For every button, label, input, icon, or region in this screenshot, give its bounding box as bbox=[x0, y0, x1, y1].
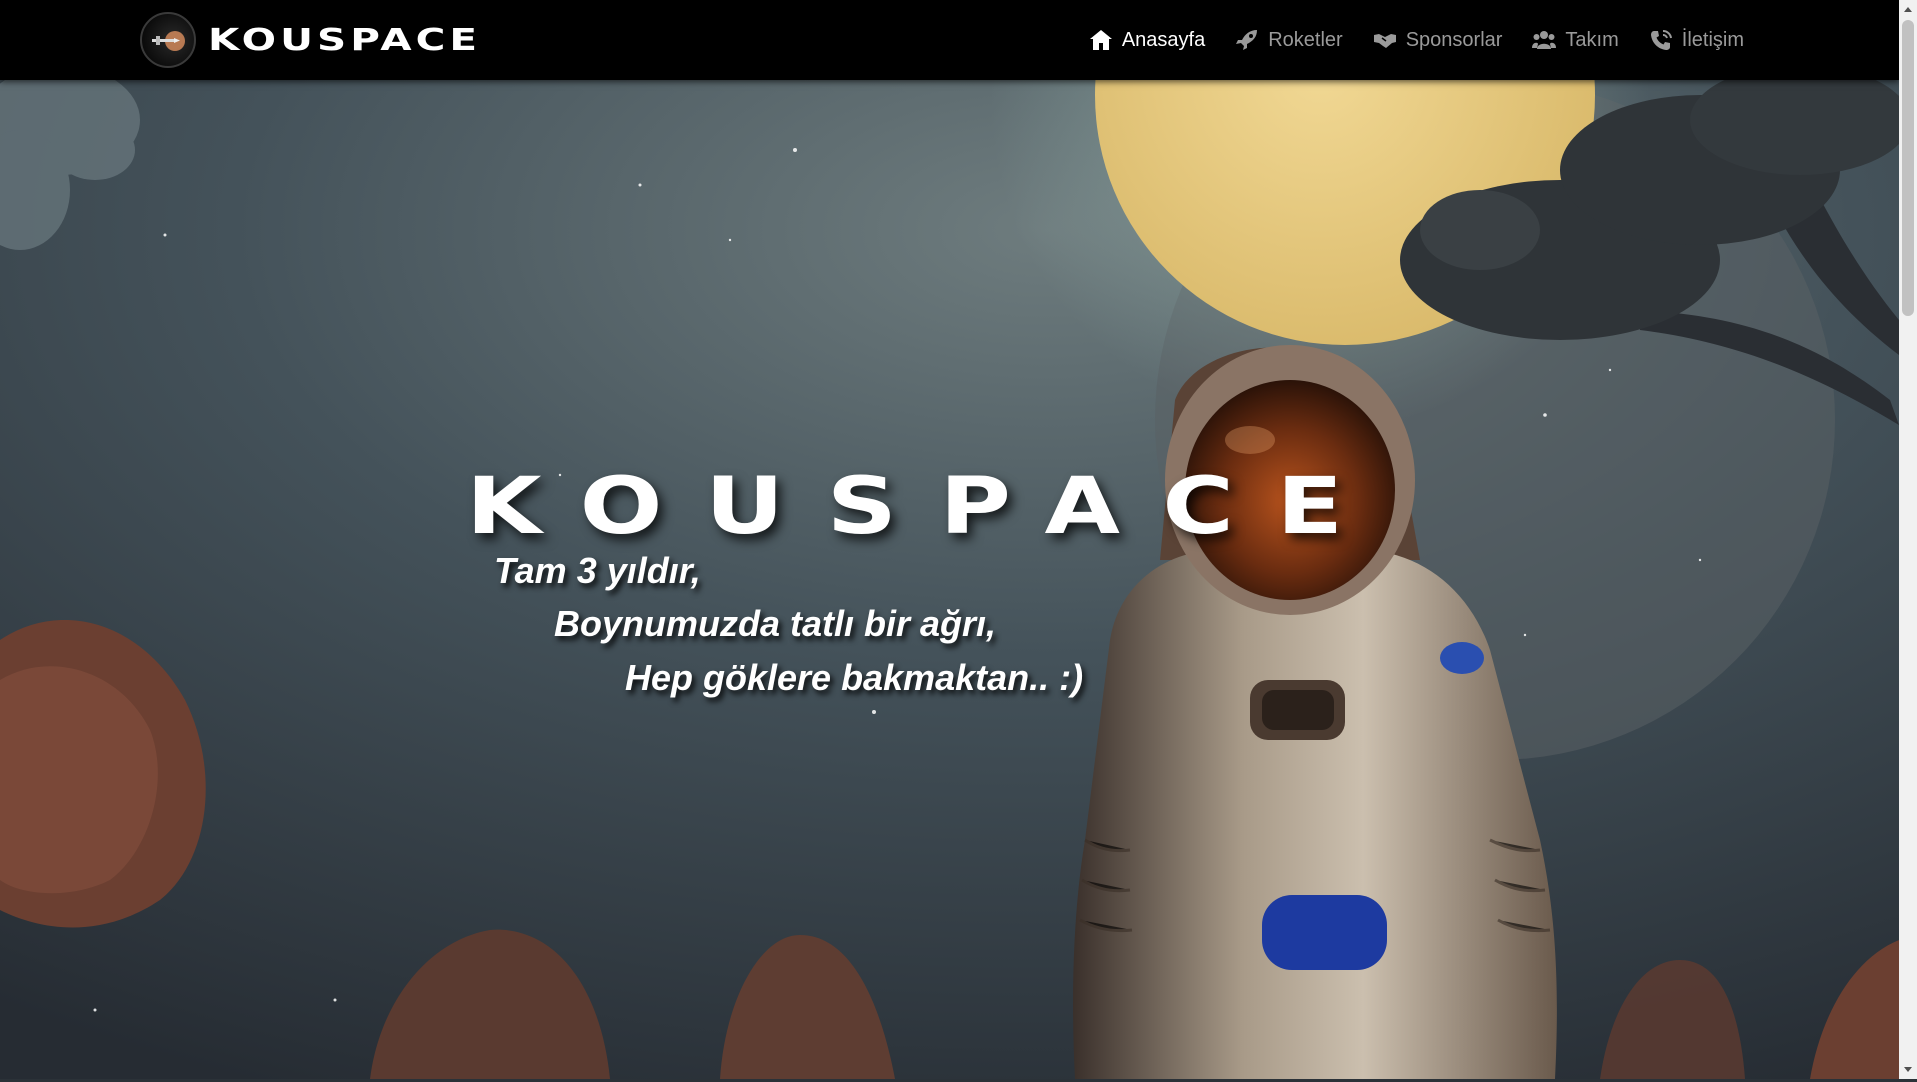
phone-icon bbox=[1649, 29, 1673, 51]
hero-background-illustration bbox=[0, 80, 1899, 1079]
handshake-icon bbox=[1373, 29, 1397, 51]
nav-item-roketler[interactable]: Roketler bbox=[1235, 28, 1343, 52]
tagline-line-3: Hep göklere bakmaktan.. :) bbox=[625, 657, 1084, 698]
nav-item-iletisim[interactable]: İletişim bbox=[1649, 29, 1744, 52]
nav-item-takim[interactable]: Takım bbox=[1532, 28, 1619, 52]
tagline-line-1: Tam 3 yıldır, bbox=[494, 550, 701, 591]
nav-label-sponsorlar: Sponsorlar bbox=[1405, 28, 1503, 51]
nav-label-iletisim: İletişim bbox=[1681, 28, 1744, 51]
brand-link[interactable]: KOUSPACE bbox=[140, 10, 477, 70]
rocket-logo-icon bbox=[140, 12, 196, 68]
scrollbar-thumb[interactable] bbox=[1902, 20, 1914, 316]
brand-name: KOUSPACE bbox=[208, 22, 482, 58]
nav-label-takim: Takım bbox=[1565, 28, 1619, 51]
users-icon bbox=[1532, 29, 1557, 51]
rocket-icon bbox=[1235, 29, 1259, 51]
scroll-up-arrow-icon[interactable] bbox=[1899, 2, 1917, 18]
hero-section: KOUSPACE Tam 3 yıldır, Boynumuzda tatlı … bbox=[0, 80, 1899, 1079]
hero-title: KOUSPACE bbox=[466, 462, 1386, 552]
nav-label-roketler: Roketler bbox=[1268, 28, 1343, 51]
nav-menu: Anasayfa Roketler Sponsorlar Takım İleti… bbox=[1059, 0, 1744, 80]
home-icon bbox=[1089, 29, 1113, 51]
nav-label-anasayfa: Anasayfa bbox=[1121, 28, 1206, 51]
tagline-line-2: Boynumuzda tatlı bir ağrı, bbox=[554, 603, 997, 644]
top-navbar: KOUSPACE Anasayfa Roketler Sponsorlar Ta… bbox=[0, 0, 1899, 80]
vertical-scrollbar[interactable] bbox=[1899, 0, 1917, 1079]
scroll-down-arrow-icon[interactable] bbox=[1899, 1061, 1917, 1077]
nav-item-sponsorlar[interactable]: Sponsorlar bbox=[1373, 28, 1503, 52]
nav-item-anasayfa[interactable]: Anasayfa bbox=[1089, 29, 1205, 52]
